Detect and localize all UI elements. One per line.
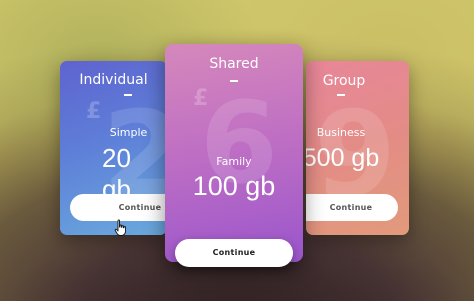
continue-button-shared[interactable]: Continue	[175, 239, 293, 267]
plan-subtitle: Simple	[109, 126, 148, 139]
title-divider	[230, 80, 238, 82]
pound-icon: £	[193, 86, 209, 111]
plan-title: Group	[322, 73, 366, 89]
plan-title: Shared	[209, 56, 259, 72]
title-divider	[337, 94, 345, 96]
continue-button-individual[interactable]: Continue	[70, 194, 167, 221]
plan-card-individual[interactable]: 2 £ Individual Simple 20 gb Continue	[60, 61, 167, 235]
plan-subtitle: Family	[216, 155, 252, 168]
title-divider	[124, 94, 132, 96]
plan-subtitle: Business	[316, 126, 366, 139]
plan-card-shared[interactable]: 6 £ Shared Family 100 gb	[165, 44, 303, 262]
plan-card-group[interactable]: 9 Group Business 500 gb Continue	[306, 61, 409, 235]
continue-button-group[interactable]: Continue	[306, 194, 398, 221]
plan-title: Individual	[79, 72, 148, 88]
plan-amount: 100 gb	[192, 171, 276, 201]
hand-cursor-icon	[114, 219, 126, 236]
pound-icon: £	[86, 99, 102, 124]
plan-amount: 500 gb	[306, 144, 380, 172]
